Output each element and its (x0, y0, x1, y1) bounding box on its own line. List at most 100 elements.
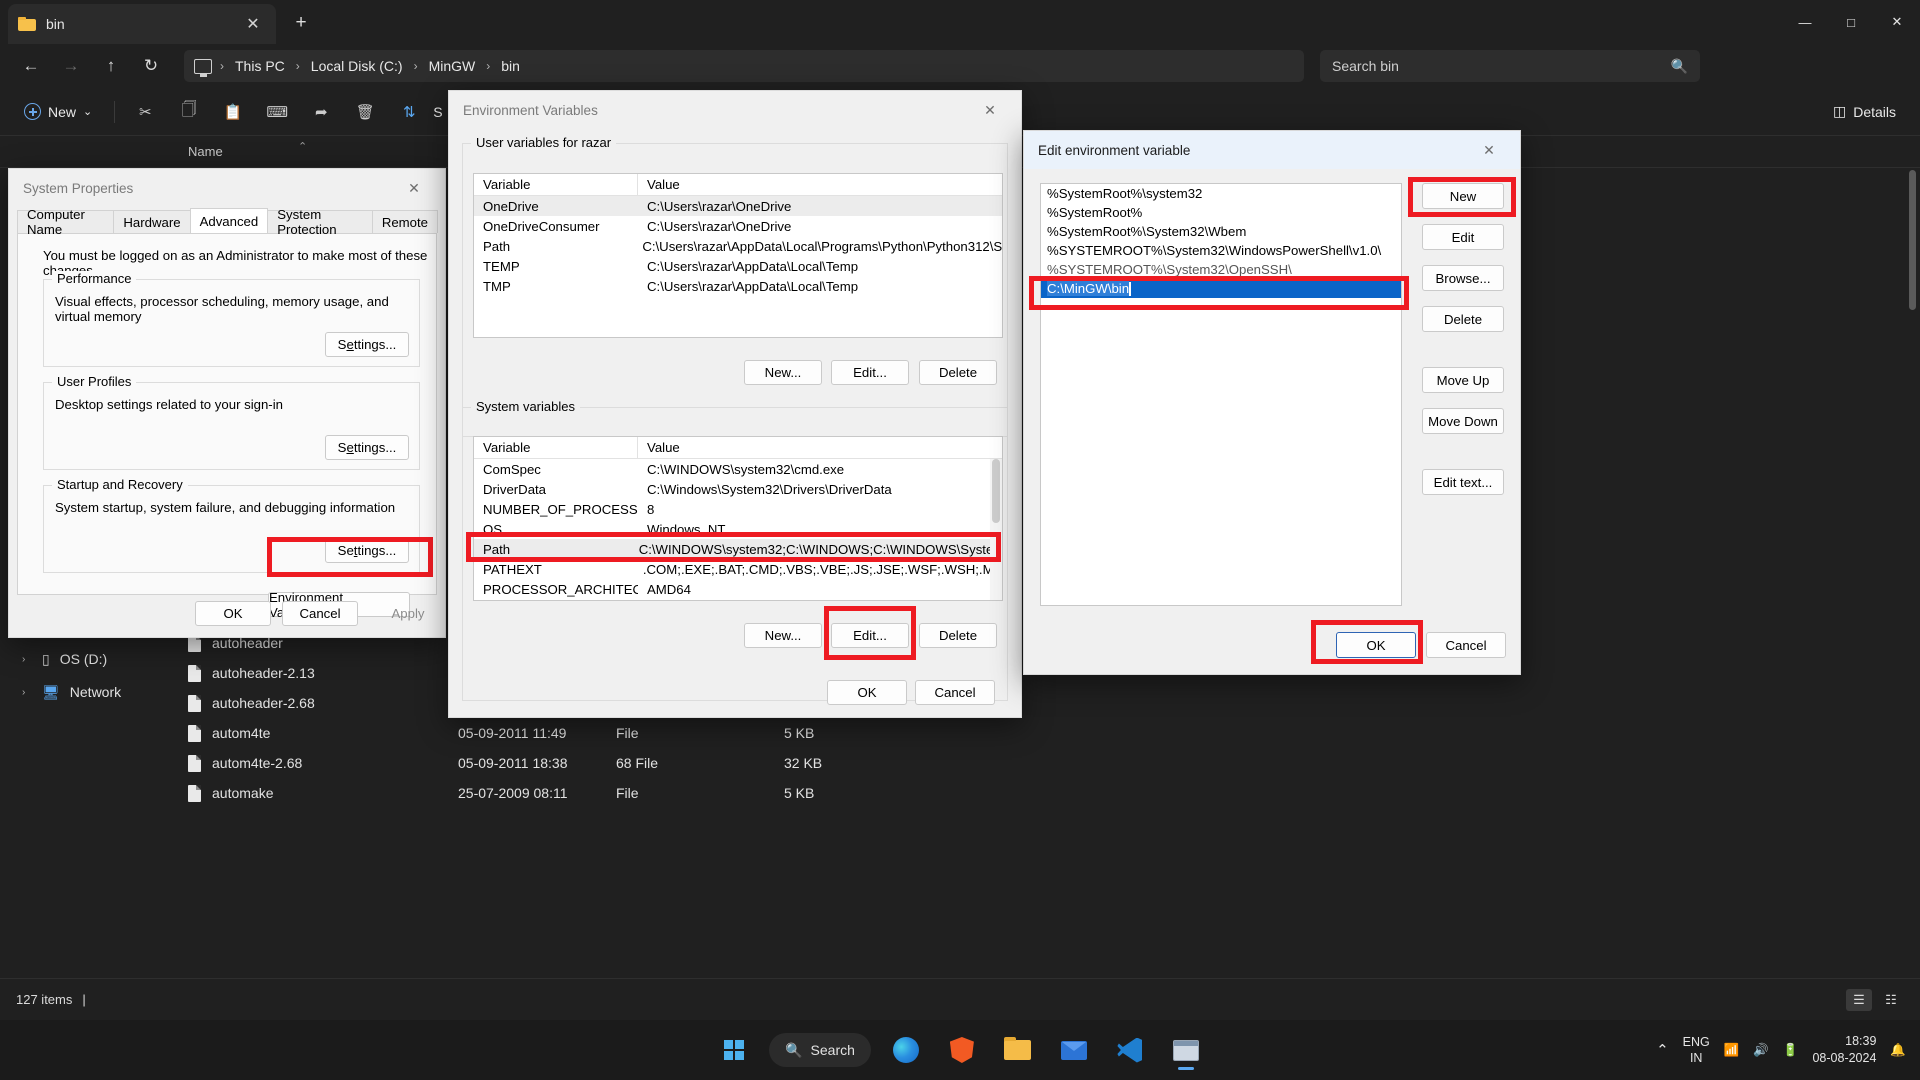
search-input[interactable]: Search bin 🔍 (1320, 50, 1700, 82)
new-button[interactable]: New ⌄ (12, 97, 104, 126)
resize-grip[interactable] (1007, 703, 1019, 715)
cut-icon[interactable]: ✂ (125, 96, 165, 128)
mail-icon[interactable] (1053, 1029, 1095, 1071)
edge-icon[interactable] (885, 1029, 927, 1071)
environment-variables-ok-button[interactable]: OK (827, 680, 907, 705)
edit-text-button[interactable]: Edit text... (1422, 469, 1504, 495)
details-view-button[interactable]: ☰ (1846, 988, 1872, 1011)
environment-variables-cancel-button[interactable]: Cancel (915, 680, 995, 705)
clock[interactable]: 18:39 08-08-2024 (1812, 1033, 1876, 1067)
forward-button[interactable]: → (52, 50, 90, 82)
system-variables-table[interactable]: Variable Value ComSpec C:\WINDOWS\system… (473, 436, 1003, 601)
table-row[interactable]: ComSpec C:\WINDOWS\system32\cmd.exe (474, 459, 1002, 479)
language-indicator[interactable]: ENG IN (1683, 1034, 1710, 1067)
close-icon[interactable]: ✕ (397, 173, 431, 203)
explorer-tab-bin[interactable]: bin ✕ (8, 4, 276, 44)
column-header-name[interactable]: Name ⌃ (168, 141, 458, 159)
vscode-icon[interactable] (1109, 1029, 1151, 1071)
system-edit-button[interactable]: Edit... (831, 623, 909, 648)
new-button[interactable]: New (1422, 183, 1504, 209)
table-row[interactable]: TMP C:\Users\razar\AppData\Local\Temp (474, 276, 1002, 296)
table-row[interactable]: PATHEXT .COM;.EXE;.BAT;.CMD;.VBS;.VBE;.J… (474, 559, 1002, 579)
table-row[interactable]: Path C:\WINDOWS\system32;C:\WINDOWS;C:\W… (474, 539, 1002, 559)
column-value[interactable]: Value (638, 174, 1002, 195)
close-icon[interactable]: ✕ (973, 95, 1007, 125)
user-variables-table[interactable]: Variable Value OneDrive C:\Users\razar\O… (473, 173, 1003, 338)
path-entry[interactable]: %SYSTEMROOT%\System32\WindowsPowerShell\… (1041, 241, 1401, 260)
user-new-button[interactable]: New... (744, 360, 822, 385)
taskbar-search[interactable]: 🔍 Search (769, 1033, 871, 1067)
tab-advanced[interactable]: Advanced (189, 208, 269, 233)
details-button[interactable]: ◫ Details (1821, 97, 1908, 126)
table-row[interactable]: DriverData C:\Windows\System32\Drivers\D… (474, 479, 1002, 499)
volume-icon[interactable]: 🔊 (1753, 1043, 1769, 1058)
new-tab-button[interactable]: + (288, 10, 314, 36)
system-properties-icon[interactable] (1165, 1029, 1207, 1071)
move-up-button[interactable]: Move Up (1422, 367, 1504, 393)
brave-icon[interactable] (941, 1029, 983, 1071)
breadcrumb-item-2[interactable]: MinGW (422, 56, 483, 76)
tab-remote[interactable]: Remote (371, 210, 438, 233)
path-entries-list[interactable]: %SystemRoot%\system32 %SystemRoot% %Syst… (1040, 183, 1402, 606)
file-explorer-icon[interactable] (997, 1029, 1039, 1071)
breadcrumb-item-3[interactable]: bin (494, 56, 527, 76)
browse-button[interactable]: Browse... (1422, 265, 1504, 291)
breadcrumb[interactable]: › This PC › Local Disk (C:) › MinGW › bi… (184, 50, 1304, 82)
bell-icon[interactable]: 🔔 (1890, 1043, 1906, 1058)
table-row[interactable]: OneDriveConsumer C:\Users\razar\OneDrive (474, 216, 1002, 236)
path-edit-input[interactable]: C:\MinGW\bin (1041, 279, 1401, 298)
user-delete-button[interactable]: Delete (919, 360, 997, 385)
paste-icon[interactable]: 📋 (213, 96, 253, 128)
resize-grip[interactable] (1506, 660, 1518, 672)
scrollbar-thumb[interactable] (992, 459, 1000, 523)
table-row[interactable]: OS Windows_NT (474, 519, 1002, 539)
table-row[interactable]: PROCESSOR_ARCHITECTU... AMD64 (474, 579, 1002, 599)
system-properties-ok-button[interactable]: OK (195, 601, 271, 626)
chevron-right-icon[interactable]: › (22, 654, 32, 665)
edit-env-ok-button[interactable]: OK (1336, 632, 1416, 658)
path-edit-textbox[interactable]: C:\MinGW\bin (1041, 279, 1401, 298)
column-variable[interactable]: Variable (474, 437, 638, 458)
path-entry[interactable]: %SystemRoot%\System32\Wbem (1041, 222, 1401, 241)
copy-icon[interactable]: 🗍 (169, 96, 209, 128)
refresh-button[interactable]: ↻ (132, 50, 170, 82)
edit-env-cancel-button[interactable]: Cancel (1426, 632, 1506, 658)
delete-icon[interactable]: 🗑 (345, 96, 385, 128)
user-profiles-settings-button[interactable]: Settings... (325, 435, 409, 460)
column-value[interactable]: Value (638, 437, 1002, 458)
rename-icon[interactable]: ⌨ (257, 96, 297, 128)
user-edit-button[interactable]: Edit... (831, 360, 909, 385)
share-icon[interactable]: ➦ (301, 96, 341, 128)
table-row[interactable]: autom4te 05-09-2011 11:49 File 5 KB (168, 718, 1904, 748)
performance-settings-button[interactable]: Settings... (325, 332, 409, 357)
table-row[interactable]: TEMP C:\Users\razar\AppData\Local\Temp (474, 256, 1002, 276)
up-button[interactable]: ↑ (92, 50, 130, 82)
move-down-button[interactable]: Move Down (1422, 408, 1504, 434)
startup-recovery-settings-button[interactable]: Settings... (325, 538, 409, 563)
vertical-scrollbar[interactable] (1907, 170, 1918, 976)
table-row[interactable]: PROCESSOR_IDENTIFIER AMD64 Family 23 Mod… (474, 599, 1002, 600)
system-new-button[interactable]: New... (744, 623, 822, 648)
sort-icon[interactable]: ⇅ (389, 96, 429, 128)
search-icon[interactable]: 🔍 (1671, 58, 1688, 75)
tab-computer-name[interactable]: Computer Name (17, 207, 115, 237)
table-row[interactable]: NUMBER_OF_PROCESSORS 8 (474, 499, 1002, 519)
table-row[interactable]: autoheader-2.68 (168, 688, 1904, 718)
large-icons-view-button[interactable]: ☷ (1878, 989, 1904, 1011)
chevron-right-icon[interactable]: › (22, 687, 32, 698)
close-button[interactable]: ✕ (1874, 0, 1920, 44)
battery-icon[interactable]: 🔋 (1783, 1043, 1799, 1058)
sidebar-item-os-d[interactable]: › ▯ OS (D:) (0, 643, 107, 675)
edit-button[interactable]: Edit (1422, 224, 1504, 250)
tab-hardware[interactable]: Hardware (113, 210, 191, 233)
tab-system-protection[interactable]: System Protection (267, 207, 373, 237)
back-button[interactable]: ← (12, 50, 50, 82)
system-delete-button[interactable]: Delete (919, 623, 997, 648)
path-entry[interactable]: %SystemRoot%\system32 (1041, 184, 1401, 203)
close-icon[interactable]: ✕ (1472, 135, 1506, 165)
path-entry[interactable]: %SYSTEMROOT%\System32\OpenSSH\ (1041, 260, 1401, 279)
table-row[interactable]: automake 25-07-2009 08:11 File 5 KB (168, 778, 1904, 808)
breadcrumb-item-0[interactable]: This PC (228, 56, 292, 76)
maximize-button[interactable]: □ (1828, 0, 1874, 44)
table-row[interactable]: Path C:\Users\razar\AppData\Local\Progra… (474, 236, 1002, 256)
